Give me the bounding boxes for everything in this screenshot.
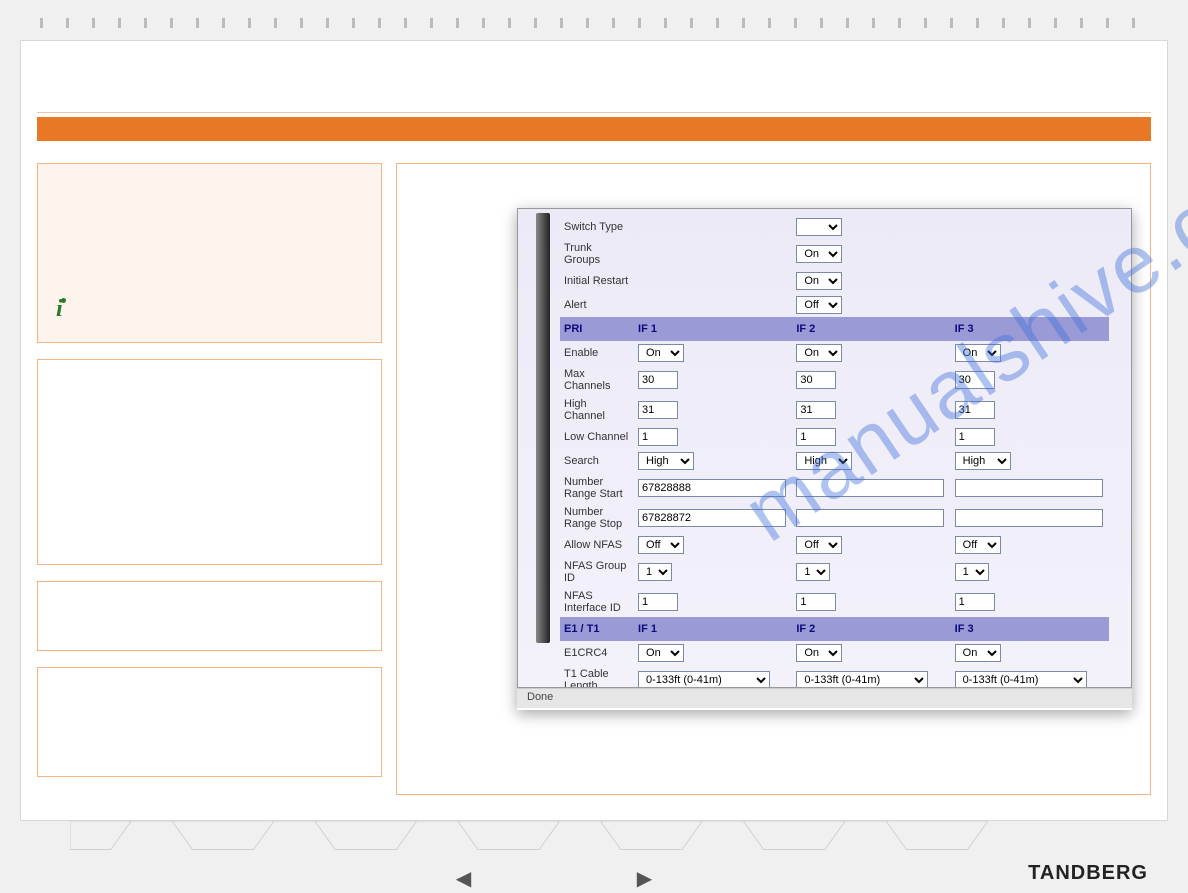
row-alert: Alert Off (560, 293, 1109, 317)
e1t1-if3: IF 3 (951, 617, 1109, 641)
pri-if3: IF 3 (951, 317, 1109, 341)
row-e1crc4: E1CRC4 On On On (560, 641, 1109, 665)
num-range-start-if3[interactable] (955, 479, 1103, 497)
enable-if1[interactable]: On (638, 344, 684, 362)
num-range-stop-if3[interactable] (955, 509, 1103, 527)
row-max-channels: Max Channels (560, 365, 1109, 395)
row-number-range-start: Number Range Start (560, 473, 1109, 503)
e1crc4-if3[interactable]: On (955, 644, 1001, 662)
nfas-group-if1[interactable]: 1 (638, 563, 672, 581)
e1t1-if2: IF 2 (792, 617, 950, 641)
low-channel-if1[interactable] (638, 428, 678, 446)
num-range-stop-if1[interactable] (638, 509, 786, 527)
select-trunk-groups[interactable]: On (796, 245, 842, 263)
enable-if2[interactable]: On (796, 344, 842, 362)
t1-cable-if2[interactable]: 0-133ft (0-41m) (796, 671, 928, 688)
pri-if1: IF 1 (634, 317, 792, 341)
select-initial-restart[interactable]: On (796, 272, 842, 290)
label-initial-restart: Initial Restart (560, 269, 634, 293)
nfas-iface-if2[interactable] (796, 593, 836, 611)
row-allow-nfas: Allow NFAS Off Off Off (560, 533, 1109, 557)
allow-nfas-if2[interactable]: Off (796, 536, 842, 554)
e1crc4-if1[interactable]: On (638, 644, 684, 662)
e1t1-if1: IF 1 (634, 617, 792, 641)
nfas-iface-if3[interactable] (955, 593, 995, 611)
low-channel-if3[interactable] (955, 428, 995, 446)
label-trunk-groups: Trunk Groups (560, 239, 634, 269)
section-header-e1t1: E1 / T1 IF 1 IF 2 IF 3 (560, 617, 1109, 641)
note-card-4 (37, 667, 382, 777)
label-switch-type: Switch Type (560, 215, 634, 239)
page-nav-arrows[interactable]: ◀ ▶ (0, 866, 1188, 891)
row-t1-cable-length: T1 Cable Length 0-133ft (0-41m) 0-133ft … (560, 665, 1109, 688)
row-nfas-group-id: NFAS Group ID 1 1 1 (560, 557, 1109, 587)
select-switch-type[interactable] (796, 218, 842, 236)
row-low-channel: Low Channel (560, 425, 1109, 449)
enable-if3[interactable]: On (955, 344, 1001, 362)
nfas-group-if2[interactable]: 1 (796, 563, 830, 581)
search-if1[interactable]: High (638, 452, 694, 470)
num-range-start-if2[interactable] (796, 479, 944, 497)
max-channels-if2[interactable] (796, 371, 836, 389)
max-channels-if3[interactable] (955, 371, 995, 389)
row-switch-type: Switch Type (560, 215, 1109, 239)
note-card-2 (37, 359, 382, 565)
t1-cable-if3[interactable]: 0-133ft (0-41m) (955, 671, 1087, 688)
label-alert: Alert (560, 293, 634, 317)
left-sidebar: i (37, 163, 382, 795)
allow-nfas-if1[interactable]: Off (638, 536, 684, 554)
row-number-range-stop: Number Range Stop (560, 503, 1109, 533)
num-range-stop-if2[interactable] (796, 509, 944, 527)
note-card-1: i (37, 163, 382, 343)
screenshot-scrollbar (536, 213, 550, 643)
main-panel: manualshive.com Switch Type (396, 163, 1151, 795)
section-header-pri: PRI IF 1 IF 2 IF 3 (560, 317, 1109, 341)
pri-label: PRI (560, 317, 634, 341)
nfas-iface-if1[interactable] (638, 593, 678, 611)
row-initial-restart: Initial Restart On (560, 269, 1109, 293)
row-nfas-interface-id: NFAS Interface ID (560, 587, 1109, 617)
num-range-start-if1[interactable] (638, 479, 786, 497)
row-search: Search High High High (560, 449, 1109, 473)
e1crc4-if2[interactable]: On (796, 644, 842, 662)
high-channel-if3[interactable] (955, 401, 995, 419)
page-footer-tabs (70, 821, 988, 859)
t1-cable-if1[interactable]: 0-133ft (0-41m) (638, 671, 770, 688)
brand-logo: TANDBERG (1028, 862, 1148, 885)
embedded-screenshot: manualshive.com Switch Type (517, 208, 1132, 710)
row-enable: Enable On On On (560, 341, 1109, 365)
e1t1-label: E1 / T1 (560, 617, 634, 641)
allow-nfas-if3[interactable]: Off (955, 536, 1001, 554)
max-channels-if1[interactable] (638, 371, 678, 389)
row-trunk-groups: Trunk Groups On (560, 239, 1109, 269)
high-channel-if1[interactable] (638, 401, 678, 419)
search-if2[interactable]: High (796, 452, 852, 470)
browser-status-bar: Done (517, 688, 1132, 708)
page-header-area (37, 57, 1151, 113)
config-table: Switch Type Trunk Groups (560, 215, 1109, 688)
section-header-bar (37, 117, 1151, 141)
info-icon: i (56, 302, 72, 324)
page-frame: i manualshive.com (20, 40, 1168, 821)
high-channel-if2[interactable] (796, 401, 836, 419)
row-high-channel: High Channel (560, 395, 1109, 425)
spiral-binding (0, 18, 1188, 32)
search-if3[interactable]: High (955, 452, 1011, 470)
low-channel-if2[interactable] (796, 428, 836, 446)
pri-if2: IF 2 (792, 317, 950, 341)
nfas-group-if3[interactable]: 1 (955, 563, 989, 581)
select-alert[interactable]: Off (796, 296, 842, 314)
note-card-3 (37, 581, 382, 651)
